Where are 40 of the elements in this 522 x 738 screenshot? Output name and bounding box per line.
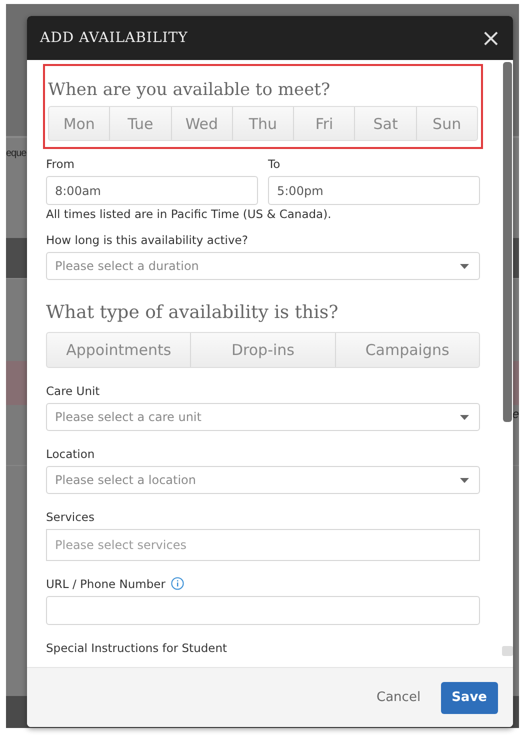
field-label: To [268,157,282,171]
section-heading: What type of availability is this? [46,302,340,323]
type-tab[interactable]: Appointments [47,333,192,367]
field-label: URL / Phone Number [46,577,166,591]
field-label: Special Instructions for Student [46,641,228,655]
dropdown[interactable]: Please select a location [46,466,480,494]
type-tab[interactable]: Campaigns [336,333,479,367]
info-icon[interactable] [171,577,184,590]
day-toggle[interactable]: Tue [110,107,172,140]
field-label: From [46,157,76,171]
field-label: Care Unit [46,384,100,398]
caret-icon [460,264,469,268]
background-text: e [512,407,519,421]
close-button[interactable]: × [480,26,501,50]
field-label: Services [46,510,94,524]
input-field[interactable]: Please select services [46,529,480,561]
dropdown[interactable]: Please select a care unit [46,403,480,431]
field-label: How long is this availability active? [46,233,249,247]
day-toggle[interactable]: Mon [49,107,110,140]
background-text: eque [6,148,26,159]
day-toggle[interactable]: Thu [232,107,294,140]
day-toggle[interactable]: Sat [355,107,417,140]
scrollbar-thumb[interactable] [503,62,512,422]
scrollbar-handle[interactable] [502,646,513,656]
input-field[interactable]: 5:00pm [268,176,480,205]
day-toggle[interactable]: Sun [416,107,477,140]
input-field[interactable]: 8:00am [46,176,258,205]
dropdown[interactable]: Please select a duration [46,252,480,280]
type-tab[interactable]: Drop-ins [191,333,336,367]
save-button[interactable]: Save [440,682,498,714]
dialog-title: ADD AVAILABILITY [40,30,188,46]
input-field[interactable] [46,596,480,625]
timezone-note: All times listed are in Pacific Time (US & Canada). [46,207,332,221]
cancel-button[interactable]: Cancel [376,686,421,709]
day-toggle[interactable]: Fri [294,107,356,140]
caret-icon [460,478,469,482]
field-label: Location [46,447,95,461]
day-toggle[interactable]: Wed [172,107,233,140]
section-heading: When are you available to meet? [48,80,332,100]
caret-icon [460,414,469,420]
